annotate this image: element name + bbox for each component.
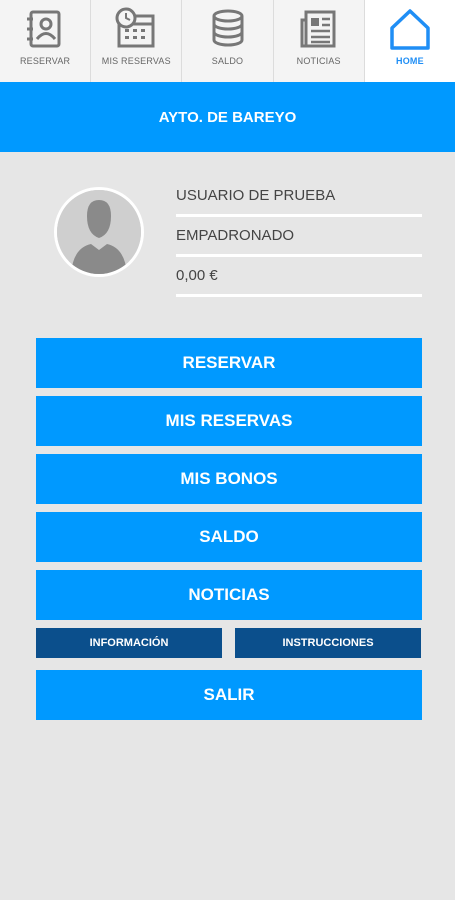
saldo-button[interactable]: SALDO bbox=[36, 512, 422, 562]
user-name: USUARIO DE PRUEBA bbox=[176, 177, 422, 217]
newspaper-icon bbox=[300, 10, 336, 48]
avatar bbox=[54, 187, 144, 277]
tab-home[interactable]: HOME bbox=[364, 0, 455, 82]
tab-label: RESERVAR bbox=[19, 56, 71, 66]
tab-label: HOME bbox=[396, 56, 424, 66]
reservar-button[interactable]: RESERVAR bbox=[36, 338, 422, 388]
page-title: AYTO. DE BAREYO bbox=[0, 82, 455, 152]
user-silhouette-icon bbox=[57, 190, 141, 274]
mis-bonos-button[interactable]: MIS BONOS bbox=[36, 454, 422, 504]
tab-saldo[interactable]: SALDO bbox=[182, 0, 274, 82]
calendar-clock-icon bbox=[115, 7, 155, 48]
tab-noticias[interactable]: NOTICIAS bbox=[274, 0, 365, 82]
noticias-button[interactable]: NOTICIAS bbox=[36, 570, 422, 620]
tab-label: MIS RESERVAS bbox=[101, 56, 171, 66]
tab-label: NOTICIAS bbox=[296, 56, 341, 66]
user-balance: 0,00 € bbox=[176, 257, 422, 297]
informacion-button[interactable]: INFORMACIÓN bbox=[36, 628, 222, 658]
salir-button[interactable]: SALIR bbox=[36, 670, 422, 720]
user-status: EMPADRONADO bbox=[176, 217, 422, 257]
mis-reservas-button[interactable]: MIS RESERVAS bbox=[36, 396, 422, 446]
address-book-icon bbox=[27, 10, 61, 48]
top-tab-bar: RESERVAR MIS RESERVAS SALDO NOTICIAS HOM… bbox=[0, 0, 455, 82]
coins-icon bbox=[212, 9, 243, 47]
tab-mis-reservas[interactable]: MIS RESERVAS bbox=[91, 0, 183, 82]
home-icon bbox=[390, 9, 430, 50]
instrucciones-button[interactable]: INSTRUCCIONES bbox=[235, 628, 421, 658]
tab-reservar[interactable]: RESERVAR bbox=[0, 0, 92, 82]
tab-label: SALDO bbox=[211, 56, 244, 66]
